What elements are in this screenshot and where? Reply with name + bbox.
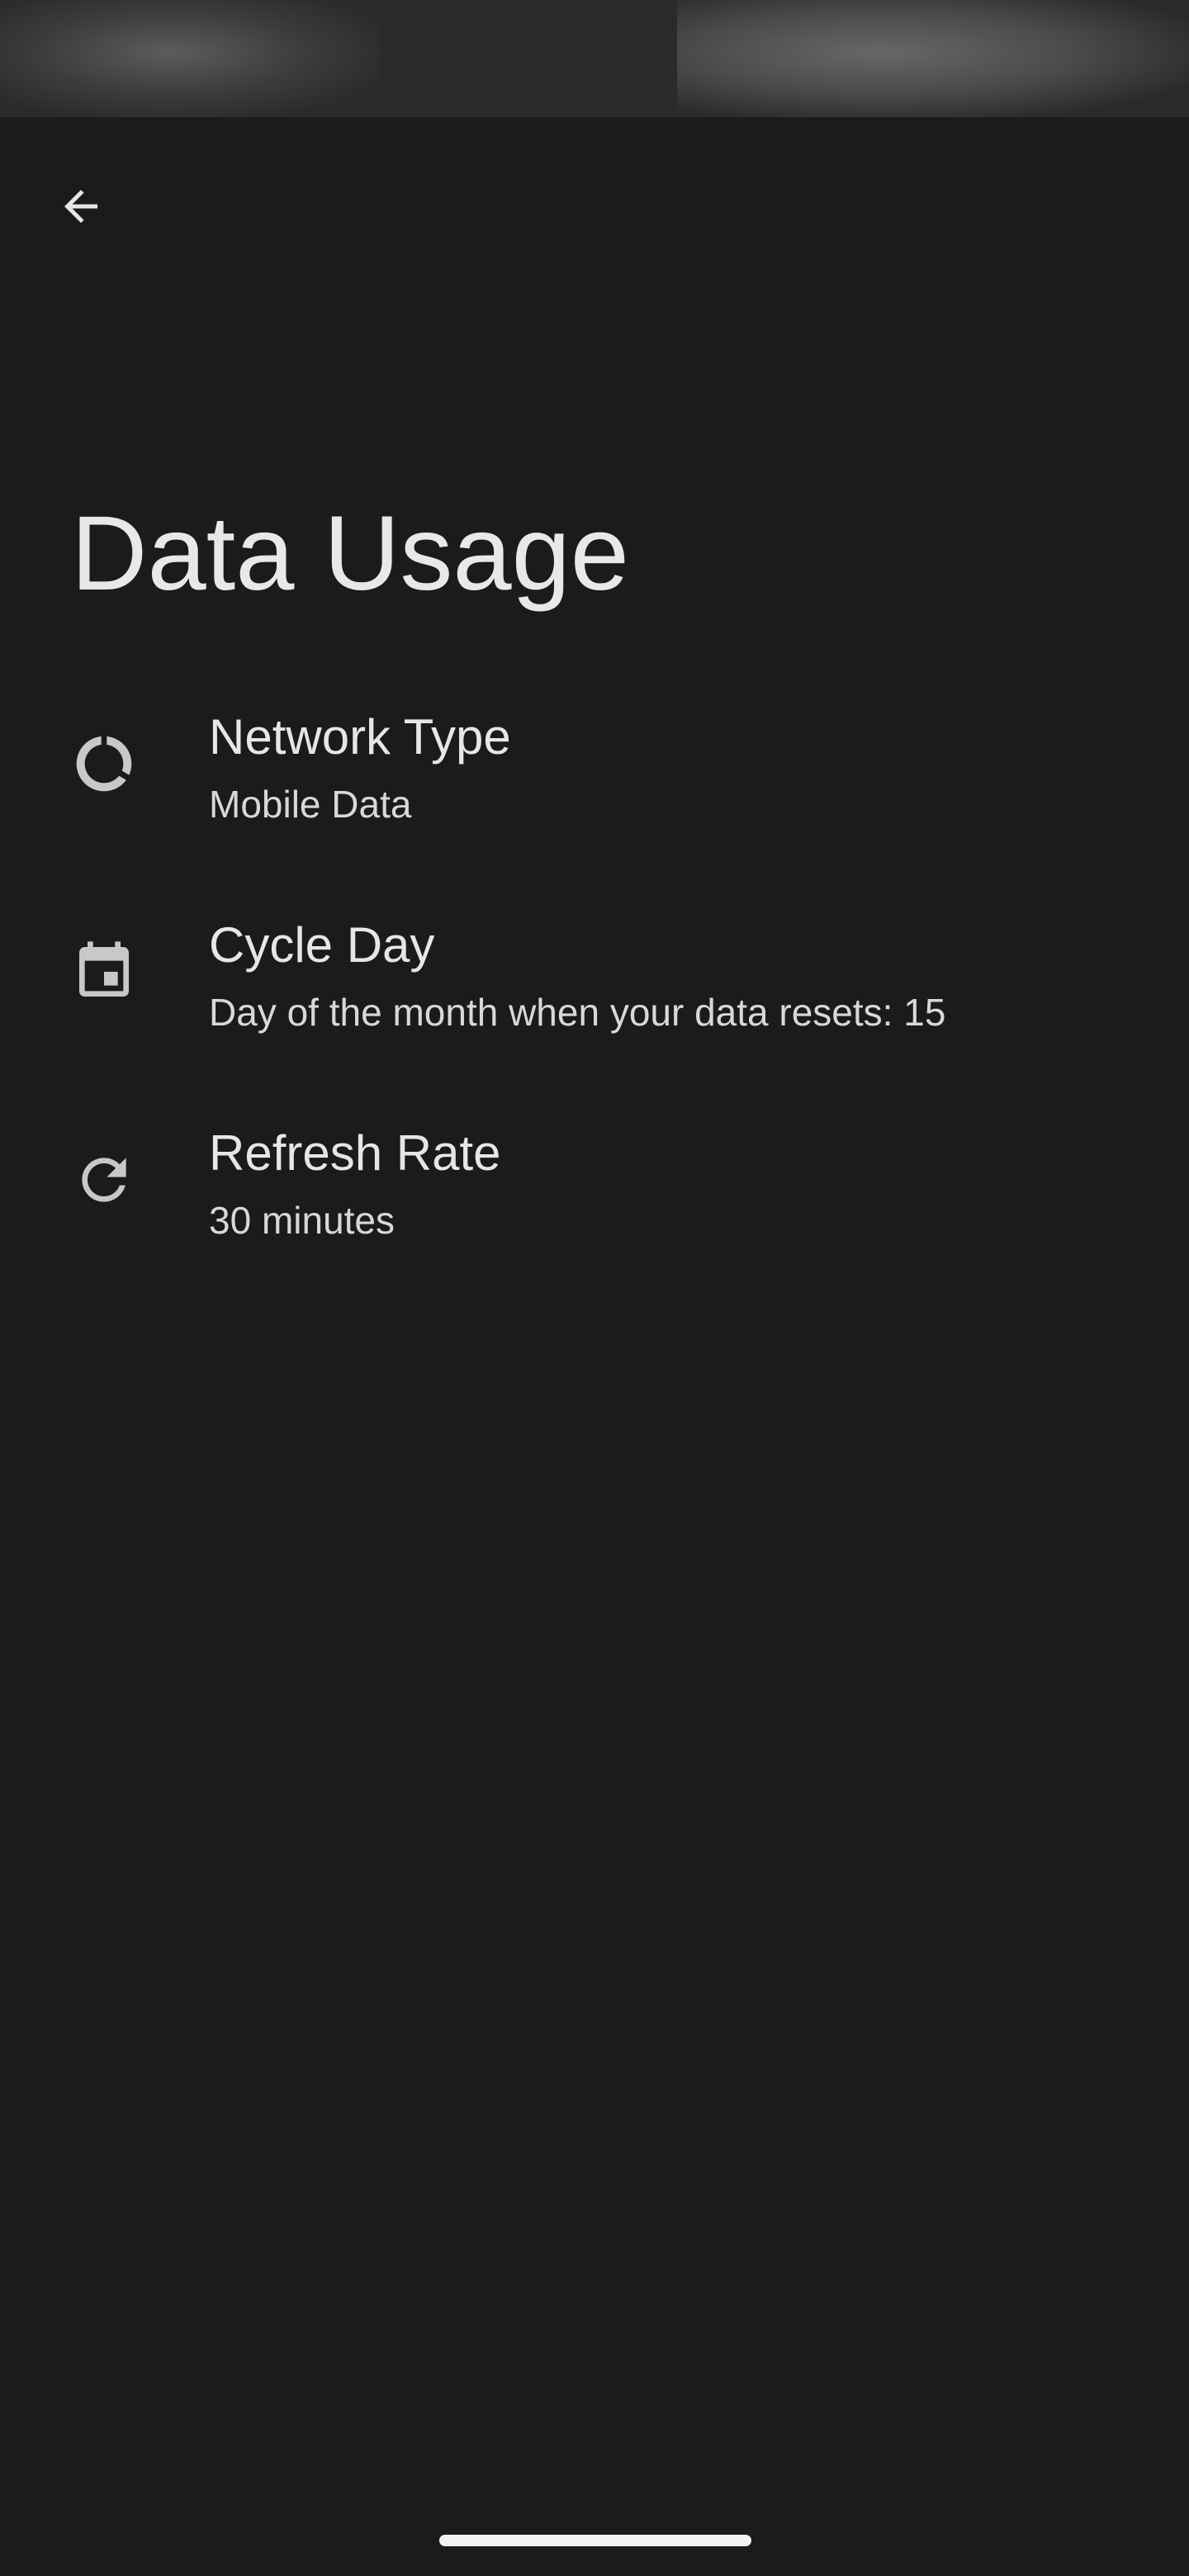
status-bar	[0, 0, 1189, 117]
preference-title: Network Type	[209, 709, 511, 765]
preference-network-type[interactable]: Network Type Mobile Data	[0, 661, 1189, 867]
preference-title: Refresh Rate	[209, 1125, 501, 1181]
status-bar-blur-left	[0, 0, 380, 117]
page-title: Data Usage	[71, 495, 629, 613]
calendar-icon	[79, 941, 129, 997]
gesture-navigation-handle[interactable]	[439, 2535, 751, 2546]
preference-icon-wrapper	[66, 1077, 142, 1283]
refresh-icon	[82, 1158, 126, 1202]
preference-cycle-day[interactable]: Cycle Day Day of the month when your dat…	[0, 869, 1189, 1075]
preference-summary: Mobile Data	[209, 783, 412, 826]
status-bar-blur-right	[677, 0, 1189, 117]
progress-ring-icon	[76, 736, 132, 792]
preference-summary: Day of the month when your data resets: …	[209, 991, 946, 1034]
preference-title: Cycle Day	[209, 917, 435, 973]
preference-refresh-rate[interactable]: Refresh Rate 30 minutes	[0, 1077, 1189, 1283]
arrow-back-icon	[64, 190, 97, 223]
preference-icon-wrapper	[66, 869, 142, 1075]
back-button[interactable]	[33, 159, 129, 254]
preference-icon-wrapper	[66, 661, 142, 867]
preference-summary: 30 minutes	[209, 1199, 396, 1242]
